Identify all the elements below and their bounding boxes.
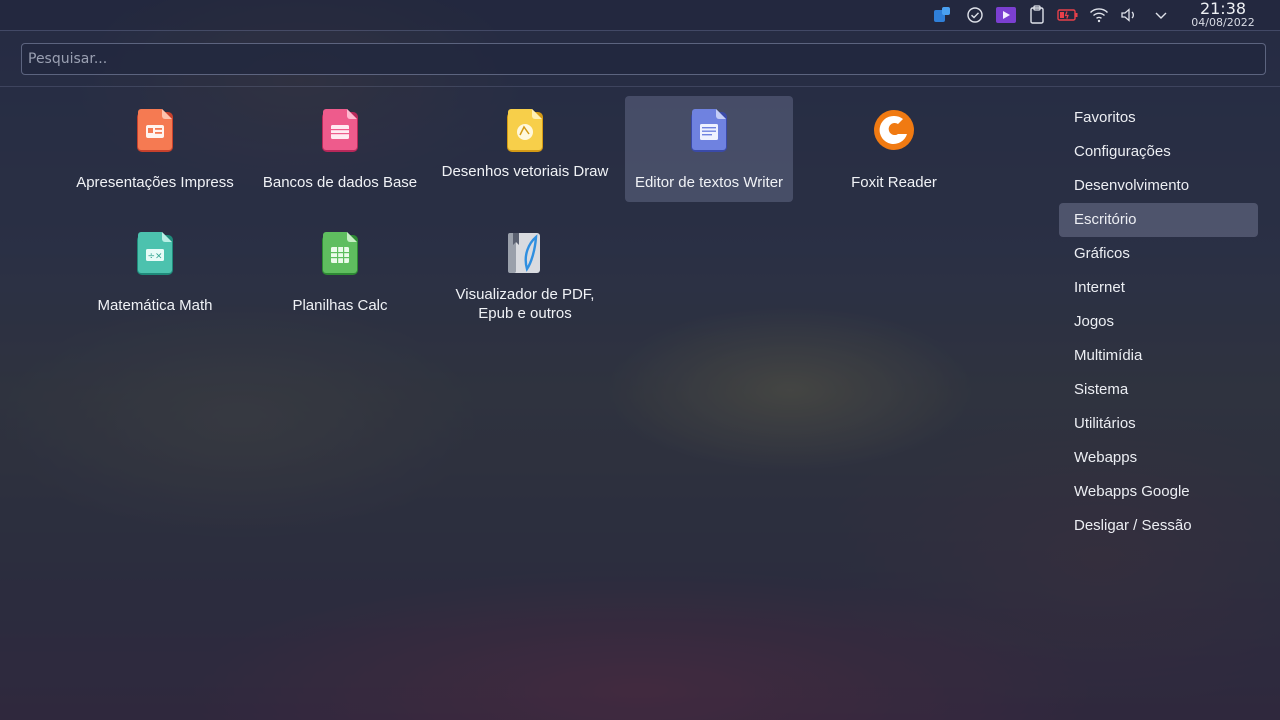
category-multimidia[interactable]: Multimídia (1059, 339, 1258, 373)
category-desenvolvimento[interactable]: Desenvolvimento (1059, 169, 1258, 203)
foxit-icon (874, 108, 914, 154)
battery-icon[interactable] (1052, 0, 1083, 30)
app-math[interactable]: ÷× Matemática Math (71, 219, 239, 325)
clock[interactable]: 21:38 04/08/2022 (1188, 1, 1258, 29)
separator (0, 86, 1280, 87)
draw-icon (505, 108, 545, 154)
app-label: Visualizador de PDF, Epub e outros (455, 286, 595, 322)
category-favoritos[interactable]: Favoritos (1059, 101, 1258, 135)
app-label: Matemática Math (97, 297, 213, 314)
impress-icon (135, 108, 175, 154)
app-label: Foxit Reader (851, 174, 937, 191)
clipboard-icon[interactable] (1021, 0, 1052, 30)
app-foxit[interactable]: Foxit Reader (810, 96, 978, 202)
category-configuracoes[interactable]: Configurações (1059, 135, 1258, 169)
category-graficos[interactable]: Gráficos (1059, 237, 1258, 271)
app-pdf-viewer[interactable]: Visualizador de PDF, Epub e outros (441, 219, 609, 325)
check-circle-icon[interactable] (959, 0, 990, 30)
category-internet[interactable]: Internet (1059, 271, 1258, 305)
system-tray (928, 0, 1176, 30)
volume-icon[interactable] (1114, 0, 1145, 30)
math-icon: ÷× (135, 231, 175, 277)
bluetooth-app-icon[interactable] (928, 0, 959, 30)
search-input[interactable] (21, 43, 1266, 75)
category-jogos[interactable]: Jogos (1059, 305, 1258, 339)
app-impress[interactable]: Apresentações Impress (71, 96, 239, 202)
pdf-viewer-icon (505, 231, 545, 277)
category-escritorio[interactable]: Escritório (1059, 203, 1258, 237)
app-label: Planilhas Calc (292, 297, 388, 314)
category-webapps-google[interactable]: Webapps Google (1059, 475, 1258, 509)
application-launcher: Apresentações Impress Bancos de dados Ba… (0, 30, 1280, 720)
category-webapps[interactable]: Webapps (1059, 441, 1258, 475)
app-draw[interactable]: Desenhos vetoriais Draw (441, 96, 609, 202)
app-label: Desenhos vetoriais Draw (441, 163, 609, 180)
app-writer[interactable]: Editor de textos Writer (625, 96, 793, 202)
writer-icon (689, 108, 729, 154)
top-panel: 21:38 04/08/2022 (0, 0, 1280, 30)
app-base[interactable]: Bancos de dados Base (256, 96, 424, 202)
calc-icon (320, 231, 360, 277)
clock-date: 04/08/2022 (1191, 16, 1255, 29)
chevron-down-icon[interactable] (1145, 0, 1176, 30)
app-label: Bancos de dados Base (262, 174, 418, 191)
category-sistema[interactable]: Sistema (1059, 373, 1258, 407)
category-desligar-sessao[interactable]: Desligar / Sessão (1059, 509, 1258, 543)
category-utilitarios[interactable]: Utilitários (1059, 407, 1258, 441)
clock-time: 21:38 (1199, 0, 1247, 18)
app-label: Editor de textos Writer (634, 174, 784, 191)
base-icon (320, 108, 360, 154)
media-player-icon[interactable] (990, 0, 1021, 30)
wifi-icon[interactable] (1083, 0, 1114, 30)
svg-text:÷×: ÷× (147, 252, 162, 262)
app-calc[interactable]: Planilhas Calc (256, 219, 424, 325)
app-label: Apresentações Impress (76, 174, 234, 191)
